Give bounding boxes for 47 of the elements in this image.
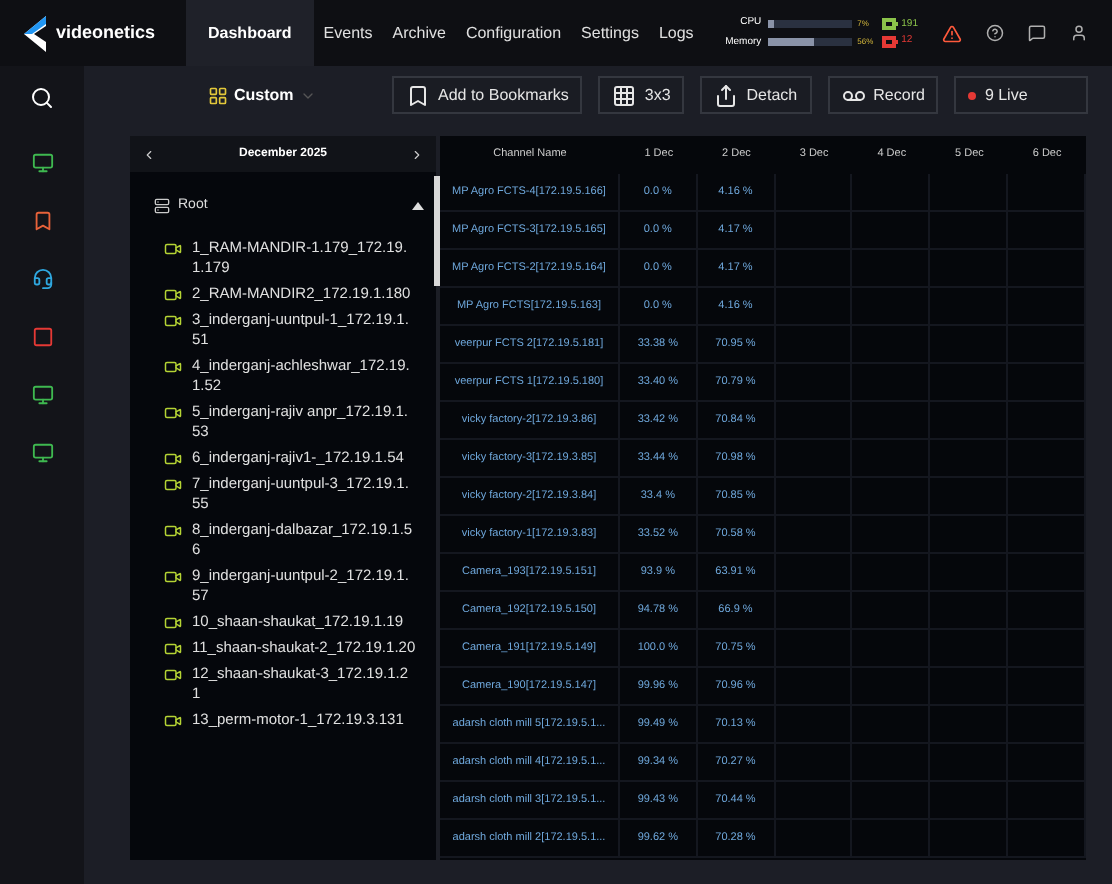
logo-text: videonetics: [56, 19, 156, 46]
toolbar-button[interactable]: Record: [827, 76, 939, 114]
nav-tab[interactable]: Configuration: [455, 0, 572, 66]
camera-icon: [164, 639, 182, 657]
search-icon[interactable]: [30, 86, 54, 110]
share-icon: [714, 83, 739, 107]
headset-icon[interactable]: [31, 268, 53, 290]
next-month-icon[interactable]: [410, 147, 424, 161]
camera-icon: [164, 521, 182, 539]
previous-month-icon[interactable]: [142, 147, 156, 161]
scrollbar[interactable]: [434, 176, 440, 286]
monitor-icon[interactable]: [31, 442, 53, 464]
camera-icon: [164, 449, 182, 467]
live-button[interactable]: 9 Live: [954, 76, 1088, 114]
toolbar-button[interactable]: 3x3: [598, 76, 685, 114]
camera-icon: [164, 285, 182, 303]
camera-icon: [164, 711, 182, 729]
layout-dropdown[interactable]: Custom: [208, 83, 376, 107]
camera-icon: [164, 311, 182, 329]
camera-icon: [164, 357, 182, 375]
nav-tab[interactable]: Events: [313, 0, 383, 66]
camera-icon: [164, 239, 182, 257]
server-icon: [154, 198, 170, 215]
collapse-icon[interactable]: [412, 202, 424, 211]
user-icon[interactable]: [1070, 24, 1088, 42]
nav-tab[interactable]: Settings: [571, 0, 649, 66]
nav-tab[interactable]: Logs: [648, 0, 704, 66]
camera-icon: [164, 665, 182, 683]
camera-icon: [164, 475, 182, 493]
square-icon[interactable]: [31, 326, 53, 348]
monitor-icon[interactable]: [31, 384, 53, 406]
camera-icon: [164, 567, 182, 585]
monitor-icon[interactable]: [31, 152, 53, 174]
layout-icon: [208, 85, 228, 105]
camera-icon: [164, 613, 182, 631]
bookmark-icon: [406, 83, 430, 107]
nav-tab[interactable]: Dashboard: [186, 0, 314, 66]
toolbar-button[interactable]: Add to Bookmarks: [392, 76, 583, 114]
camera-icon: [164, 403, 182, 421]
alert-icon[interactable]: [942, 23, 962, 43]
bookmark-icon[interactable]: [31, 210, 53, 232]
logo-icon: [22, 13, 50, 53]
grid-icon: [612, 83, 637, 107]
toolbar-button[interactable]: Detach: [700, 76, 812, 114]
message-icon[interactable]: [1028, 24, 1046, 42]
nav-tab[interactable]: Archive: [382, 0, 456, 66]
help-icon[interactable]: [986, 24, 1004, 42]
